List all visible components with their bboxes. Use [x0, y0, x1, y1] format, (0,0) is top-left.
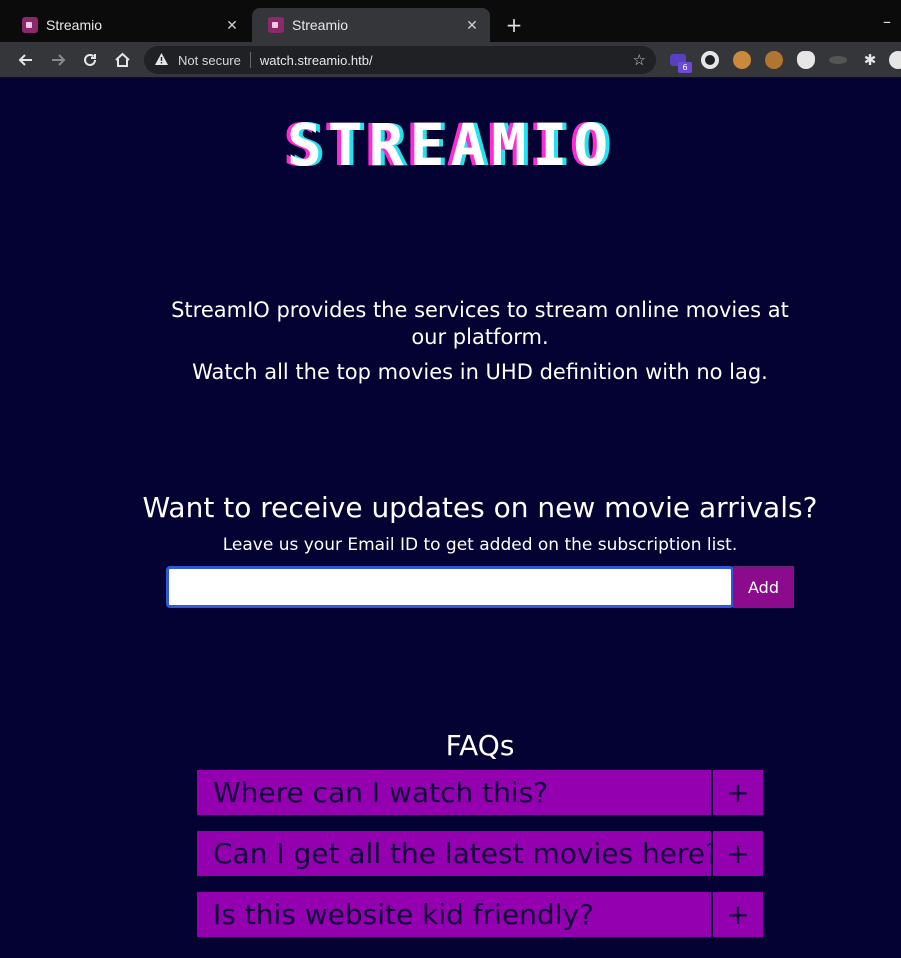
browser-toolbar: Not secure watch.streamio.htb/ ☆ ✱ [0, 42, 901, 78]
web-page: STREAMIO StreamIO provides the services … [0, 79, 901, 958]
streamio-favicon-icon [22, 17, 38, 33]
address-bar[interactable]: Not secure watch.streamio.htb/ ☆ [144, 46, 656, 74]
faq-expand-plus-icon[interactable]: + [713, 892, 763, 937]
close-tab-icon[interactable]: ✕ [460, 17, 484, 34]
intro-line-2: Watch all the top movies in UHD definiti… [192, 360, 768, 384]
close-tab-icon[interactable]: ✕ [220, 17, 244, 34]
browser-tab-1[interactable]: Streamio ✕ [6, 8, 250, 42]
forward-arrow-icon[interactable] [45, 48, 71, 72]
faq-item[interactable]: Where can I watch this? + [197, 770, 763, 815]
subscribe-subtext: Leave us your Email ID to get added on t… [222, 535, 738, 555]
home-icon[interactable] [109, 48, 135, 72]
mask-extension-icon[interactable] [797, 51, 815, 69]
faq-expand-plus-icon[interactable]: + [713, 770, 763, 815]
tab-strip: Streamio ✕ Streamio ✕ + – [0, 0, 901, 42]
email-input[interactable] [166, 566, 734, 608]
faq-question[interactable]: Is this website kid friendly? [197, 892, 711, 937]
extensions-puzzle-icon[interactable]: ✱ [861, 51, 879, 69]
cookie-icon[interactable] [733, 51, 751, 69]
profile-avatar-icon[interactable] [889, 51, 901, 69]
new-tab-plus-icon[interactable]: + [502, 12, 526, 38]
browser-tab-2[interactable]: Streamio ✕ [252, 8, 490, 42]
back-arrow-icon[interactable] [13, 48, 39, 72]
faq-expand-plus-icon[interactable]: + [713, 831, 763, 876]
intro-text: StreamIO provides the services to stream… [170, 297, 790, 386]
intro-line-1: StreamIO provides the services to stream… [171, 298, 789, 349]
extension-ring-icon[interactable] [701, 51, 719, 69]
add-email-button[interactable]: Add [733, 566, 794, 608]
cookie-editor-icon[interactable] [765, 51, 783, 69]
faq-heading: FAQs [445, 729, 515, 762]
minimize-window-icon[interactable]: – [883, 12, 891, 31]
subscribe-heading: Want to receive updates on new movie arr… [142, 491, 818, 524]
reload-icon[interactable] [77, 48, 103, 72]
bookmark-star-icon[interactable]: ☆ [633, 51, 646, 69]
tab-title: Streamio [46, 17, 103, 33]
url-text[interactable]: watch.streamio.htb/ [260, 53, 373, 68]
security-status-label[interactable]: Not secure [178, 53, 241, 68]
extension-count-badge: 6 [678, 62, 692, 73]
faq-question[interactable]: Can I get all the latest movies here? [197, 831, 711, 876]
faq-question[interactable]: Where can I watch this? [197, 770, 711, 815]
streamio-favicon-icon [268, 17, 284, 33]
faq-item[interactable]: Can I get all the latest movies here? + [197, 831, 763, 876]
tab-title: Streamio [292, 17, 349, 33]
faq-item[interactable]: Is this website kid friendly? + [197, 892, 763, 937]
streamio-logo: STREAMIO [286, 111, 615, 179]
hat-extension-icon[interactable] [829, 56, 847, 64]
omnibox-divider [249, 52, 251, 68]
warning-triangle-icon[interactable] [154, 52, 170, 69]
